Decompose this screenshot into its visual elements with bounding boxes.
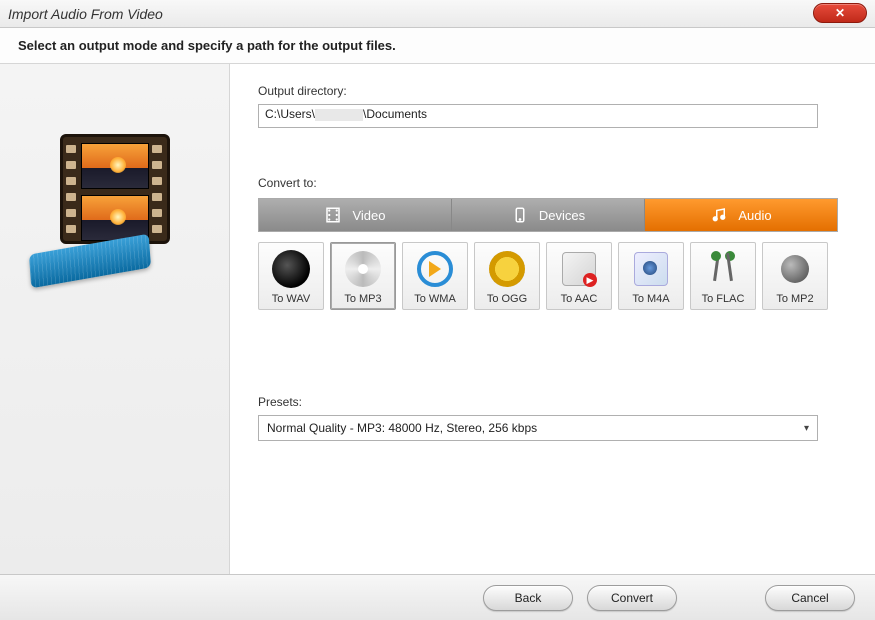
format-mp2-label: To MP2 (776, 293, 813, 305)
format-m4a[interactable]: To M4A (618, 242, 684, 310)
back-button-label: Back (515, 591, 542, 605)
ogg-icon (487, 249, 527, 289)
mp3-icon (343, 249, 383, 289)
close-icon: ✕ (835, 7, 845, 19)
devices-icon (511, 206, 529, 224)
presets-label: Presets: (258, 395, 847, 409)
footer: Back Convert Cancel (0, 574, 875, 620)
format-aac-label: To AAC (561, 293, 598, 305)
format-aac[interactable]: ▶ To AAC (546, 242, 612, 310)
m4a-icon (631, 249, 671, 289)
format-mp2[interactable]: To MP2 (762, 242, 828, 310)
chevron-down-icon: ▾ (804, 423, 809, 434)
cancel-button[interactable]: Cancel (765, 585, 855, 611)
tab-video[interactable]: Video (259, 199, 451, 231)
right-pane: Output directory: C:\Users\ \Documents Co… (230, 63, 875, 583)
convert-tab-row: Video Devices Audio (258, 198, 838, 232)
output-dir-label: Output directory: (258, 84, 847, 98)
format-flac-label: To FLAC (702, 293, 745, 305)
titlebar: Import Audio From Video ✕ (0, 0, 875, 28)
back-button[interactable]: Back (483, 585, 573, 611)
format-wav[interactable]: To WAV (258, 242, 324, 310)
wma-icon (415, 249, 455, 289)
format-mp3[interactable]: To MP3 (330, 242, 396, 310)
aac-icon: ▶ (559, 249, 599, 289)
format-wma-label: To WMA (414, 293, 456, 305)
presets-select[interactable]: Normal Quality - MP3: 48000 Hz, Stereo, … (258, 415, 818, 441)
format-wav-label: To WAV (272, 293, 311, 305)
instruction-text: Select an output mode and specify a path… (0, 28, 875, 63)
close-button[interactable]: ✕ (813, 3, 867, 23)
tab-devices[interactable]: Devices (451, 199, 644, 231)
tab-devices-label: Devices (539, 208, 585, 223)
format-flac[interactable]: To FLAC (690, 242, 756, 310)
output-path-prefix: C:\Users\ (265, 107, 315, 121)
output-dir-input[interactable]: C:\Users\ \Documents (258, 104, 818, 128)
left-pane (0, 63, 230, 583)
tab-audio[interactable]: Audio (644, 199, 837, 231)
output-path-redacted (315, 109, 363, 121)
format-wma[interactable]: To WMA (402, 242, 468, 310)
wav-icon (271, 249, 311, 289)
format-ogg[interactable]: To OGG (474, 242, 540, 310)
tab-video-label: Video (352, 208, 385, 223)
main-area: Output directory: C:\Users\ \Documents Co… (0, 63, 875, 583)
window-title: Import Audio From Video (8, 6, 163, 22)
video-icon (324, 206, 342, 224)
flac-icon (703, 249, 743, 289)
film-illustration (40, 124, 190, 274)
tab-audio-label: Audio (738, 208, 771, 223)
mp2-icon (775, 249, 815, 289)
format-row: To WAV To MP3 To WMA To OGG ▶ To AAC (258, 242, 847, 310)
convert-button[interactable]: Convert (587, 585, 677, 611)
format-m4a-label: To M4A (632, 293, 669, 305)
cancel-button-label: Cancel (791, 591, 828, 605)
convert-to-label: Convert to: (258, 176, 847, 190)
format-ogg-label: To OGG (487, 293, 527, 305)
presets-selected-value: Normal Quality - MP3: 48000 Hz, Stereo, … (267, 421, 537, 435)
output-path-suffix: \Documents (363, 107, 427, 121)
convert-button-label: Convert (611, 591, 653, 605)
format-mp3-label: To MP3 (344, 293, 381, 305)
audio-icon (710, 206, 728, 224)
